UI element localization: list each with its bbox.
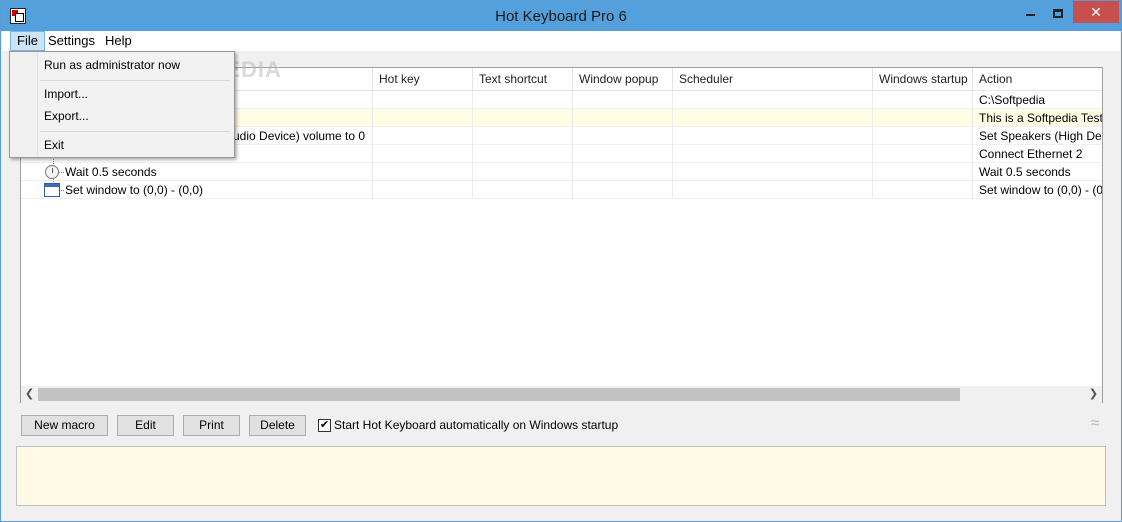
- row-scheduler: [673, 109, 873, 127]
- window-title: Hot Keyboard Pro 6: [495, 8, 627, 25]
- row-text-shortcut: [473, 91, 573, 109]
- row-action: Set window to (0,0) - (0,: [979, 183, 1103, 197]
- file-dropdown-menu: Run as administrator now Import... Expor…: [9, 51, 235, 158]
- row-window-popup: [573, 91, 673, 109]
- row-action: Set Speakers (High Defi: [979, 129, 1103, 143]
- row-hotkey: [373, 91, 473, 109]
- row-text-shortcut: [473, 145, 573, 163]
- maximize-icon: [1053, 8, 1063, 18]
- row-window-popup: [573, 109, 673, 127]
- row-hotkey: [373, 127, 473, 145]
- row-windows-startup: [873, 163, 973, 181]
- startup-checkbox-label[interactable]: Start Hot Keyboard automatically on Wind…: [334, 418, 618, 432]
- row-windows-startup: [873, 91, 973, 109]
- row-scheduler: [673, 145, 873, 163]
- delete-button[interactable]: Delete: [249, 415, 306, 436]
- scroll-right-arrow-icon[interactable]: ❯: [1085, 386, 1102, 403]
- row-text-shortcut: [473, 109, 573, 127]
- row-window-popup: [573, 163, 673, 181]
- row-window-popup: [573, 127, 673, 145]
- scrollbar-thumb[interactable]: [38, 388, 960, 401]
- row-hotkey: [373, 145, 473, 163]
- main-window: Hot Keyboard Pro 6 ✕ File Settings Help …: [0, 0, 1122, 522]
- row-text-shortcut: [473, 127, 573, 145]
- row-action: This is a Softpedia Test: [979, 111, 1103, 125]
- timer-icon: [45, 165, 59, 179]
- row-action: Connect Ethernet 2: [979, 147, 1083, 161]
- row-hotkey: [373, 109, 473, 127]
- table-row[interactable]: Set window to (0,0) - (0,0) Set window t…: [21, 181, 1103, 199]
- menu-settings[interactable]: Settings: [42, 31, 101, 51]
- row-windows-startup: [873, 109, 973, 127]
- row-scheduler: [673, 181, 873, 199]
- row-text-shortcut: [473, 163, 573, 181]
- row-window-popup: [573, 145, 673, 163]
- horizontal-scrollbar[interactable]: ❮ ❯: [21, 386, 1102, 403]
- column-header-windows-startup[interactable]: Windows startup: [873, 68, 973, 91]
- menu-separator: [40, 131, 230, 132]
- maximize-button[interactable]: [1047, 1, 1069, 23]
- info-panel: [16, 446, 1106, 506]
- column-header-hotkey[interactable]: Hot key: [373, 68, 473, 91]
- row-scheduler: [673, 91, 873, 109]
- menu-item-run-as-admin[interactable]: Run as administrator now: [44, 55, 180, 75]
- row-action: Wait 0.5 seconds: [979, 165, 1071, 179]
- menu-bar: File Settings Help: [2, 31, 1120, 51]
- minimize-icon: [1025, 14, 1035, 17]
- column-header-window-popup[interactable]: Window popup: [573, 68, 673, 91]
- row-windows-startup: [873, 145, 973, 163]
- menu-item-export[interactable]: Export...: [44, 106, 89, 126]
- column-header-text-shortcut[interactable]: Text shortcut: [473, 68, 573, 91]
- menu-separator: [40, 80, 230, 81]
- wifi-icon: ≈: [1090, 415, 1100, 432]
- row-windows-startup: [873, 127, 973, 145]
- startup-checkbox[interactable]: ✔: [318, 419, 331, 432]
- row-hotkey: [373, 163, 473, 181]
- scroll-left-arrow-icon[interactable]: ❮: [21, 386, 38, 403]
- close-icon: ✕: [1090, 4, 1102, 20]
- row-text-shortcut: [473, 181, 573, 199]
- menu-item-exit[interactable]: Exit: [44, 135, 64, 155]
- row-name: Set window to (0,0) - (0,0): [59, 181, 373, 199]
- menu-file[interactable]: File: [10, 31, 45, 51]
- row-windows-startup: [873, 181, 973, 199]
- new-macro-button[interactable]: New macro: [21, 415, 108, 436]
- row-action: C:\Softpedia: [979, 93, 1046, 107]
- column-header-scheduler[interactable]: Scheduler: [673, 68, 873, 91]
- row-name: Wait 0.5 seconds: [59, 163, 373, 181]
- menu-help[interactable]: Help: [99, 31, 138, 51]
- row-window-popup: [573, 181, 673, 199]
- menu-icon-strip: [10, 52, 38, 157]
- window-icon: [44, 183, 60, 197]
- edit-button[interactable]: Edit: [117, 415, 174, 436]
- row-scheduler: [673, 127, 873, 145]
- minimize-button[interactable]: [1019, 1, 1041, 23]
- row-hotkey: [373, 181, 473, 199]
- menu-item-import[interactable]: Import...: [44, 84, 88, 104]
- title-bar[interactable]: Hot Keyboard Pro 6 ✕: [1, 1, 1121, 31]
- table-row[interactable]: Wait 0.5 seconds Wait 0.5 seconds: [21, 163, 1102, 181]
- close-button[interactable]: ✕: [1073, 1, 1119, 23]
- row-scheduler: [673, 163, 873, 181]
- print-button[interactable]: Print: [183, 415, 240, 436]
- column-header-action[interactable]: Action: [973, 68, 1102, 91]
